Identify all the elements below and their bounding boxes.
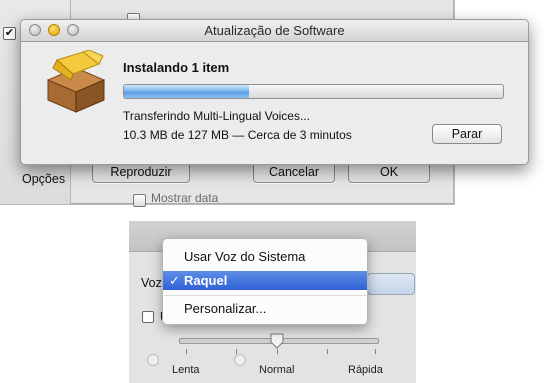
show-date-checkbox[interactable] bbox=[133, 194, 146, 207]
slider-tick bbox=[327, 349, 328, 354]
rate-label-slow: Lenta bbox=[172, 364, 200, 376]
background-ok-button[interactable]: OK bbox=[348, 162, 430, 183]
voice-popup-menu: Usar Voz do Sistema ✓ Raquel Personaliza… bbox=[162, 238, 368, 325]
slider-tick bbox=[277, 349, 278, 354]
voice-popup-button[interactable] bbox=[367, 273, 415, 295]
slider-tick bbox=[186, 349, 187, 354]
rate-label-fast: Rápida bbox=[348, 364, 383, 376]
play-button[interactable]: Reproduzir bbox=[92, 162, 190, 183]
rate-label-normal: Normal bbox=[259, 364, 295, 376]
download-progress-bar bbox=[123, 84, 504, 99]
rate-slider-thumb[interactable] bbox=[269, 333, 285, 349]
package-icon bbox=[46, 50, 106, 113]
top-screenshot: ✔ Mostrar data Reproduzir Cancelar OK Op… bbox=[0, 0, 544, 212]
install-heading: Instalando 1 item bbox=[123, 60, 230, 75]
menu-item-label: Raquel bbox=[184, 273, 228, 288]
slider-tick bbox=[375, 349, 376, 354]
menu-item-label: Usar Voz do Sistema bbox=[184, 249, 306, 264]
checkmark-icon: ✓ bbox=[169, 273, 180, 288]
show-date-label: Mostrar data bbox=[151, 191, 219, 205]
menu-item-use-system-voice[interactable]: Usar Voz do Sistema bbox=[163, 247, 367, 266]
menu-item-label: Personalizar... bbox=[184, 301, 267, 316]
voice-label: Voz bbox=[141, 276, 162, 290]
transfer-status: Transferindo Multi-Lingual Voices... bbox=[123, 109, 310, 123]
background-left-checkbox[interactable]: ✔ bbox=[3, 27, 16, 40]
dialog-titlebar: Atualização de Software bbox=[21, 20, 528, 42]
menu-item-raquel[interactable]: ✓ Raquel bbox=[163, 271, 367, 290]
menu-separator bbox=[164, 295, 366, 296]
ghost-radio bbox=[234, 354, 246, 366]
software-update-dialog: Atualização de Software Instalando 1 ite… bbox=[20, 19, 529, 165]
bottom-screenshot: Voz U Lenta Normal Rápida Usar Voz do Si… bbox=[129, 221, 416, 383]
voice-option-checkbox[interactable] bbox=[142, 311, 154, 323]
progress-fill bbox=[124, 85, 250, 98]
background-cancel-button[interactable]: Cancelar bbox=[253, 162, 335, 183]
dialog-title: Atualização de Software bbox=[204, 23, 345, 38]
menu-item-customize[interactable]: Personalizar... bbox=[163, 299, 367, 318]
slider-tick bbox=[236, 349, 237, 354]
stop-button[interactable]: Parar bbox=[432, 124, 502, 144]
options-label: Opções bbox=[22, 172, 66, 186]
transfer-detail: 10.3 MB de 127 MB — Cerca de 3 minutos bbox=[123, 128, 352, 142]
ghost-radio bbox=[147, 354, 159, 366]
